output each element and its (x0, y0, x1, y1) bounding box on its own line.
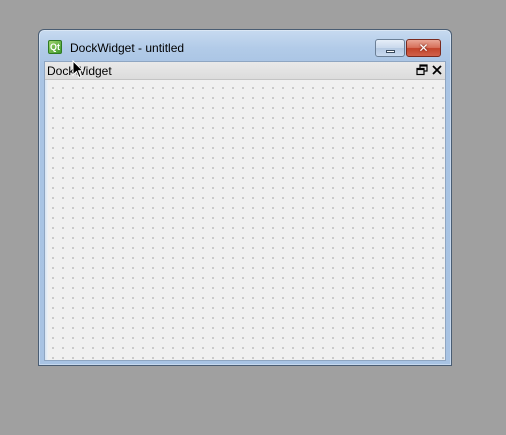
dock-widget: DockWidget (44, 61, 446, 361)
main-window: Qt DockWidget - untitled ✕ DockWidget (38, 29, 452, 366)
title-bar[interactable]: Qt DockWidget - untitled ✕ (39, 30, 451, 62)
dock-widget-title-bar[interactable]: DockWidget (45, 62, 445, 80)
mouse-pointer-icon (72, 60, 84, 79)
minimize-icon (386, 50, 395, 53)
dock-widget-content-area[interactable] (45, 80, 445, 360)
close-button[interactable]: ✕ (406, 39, 441, 57)
minimize-button[interactable] (375, 39, 405, 57)
content-left-edge (45, 80, 48, 360)
dock-close-icon[interactable] (431, 64, 443, 76)
float-restore-icon[interactable] (416, 64, 428, 76)
window-title: DockWidget - untitled (70, 41, 185, 55)
close-icon: ✕ (418, 41, 429, 55)
qt-logo-icon[interactable]: Qt (48, 40, 62, 54)
